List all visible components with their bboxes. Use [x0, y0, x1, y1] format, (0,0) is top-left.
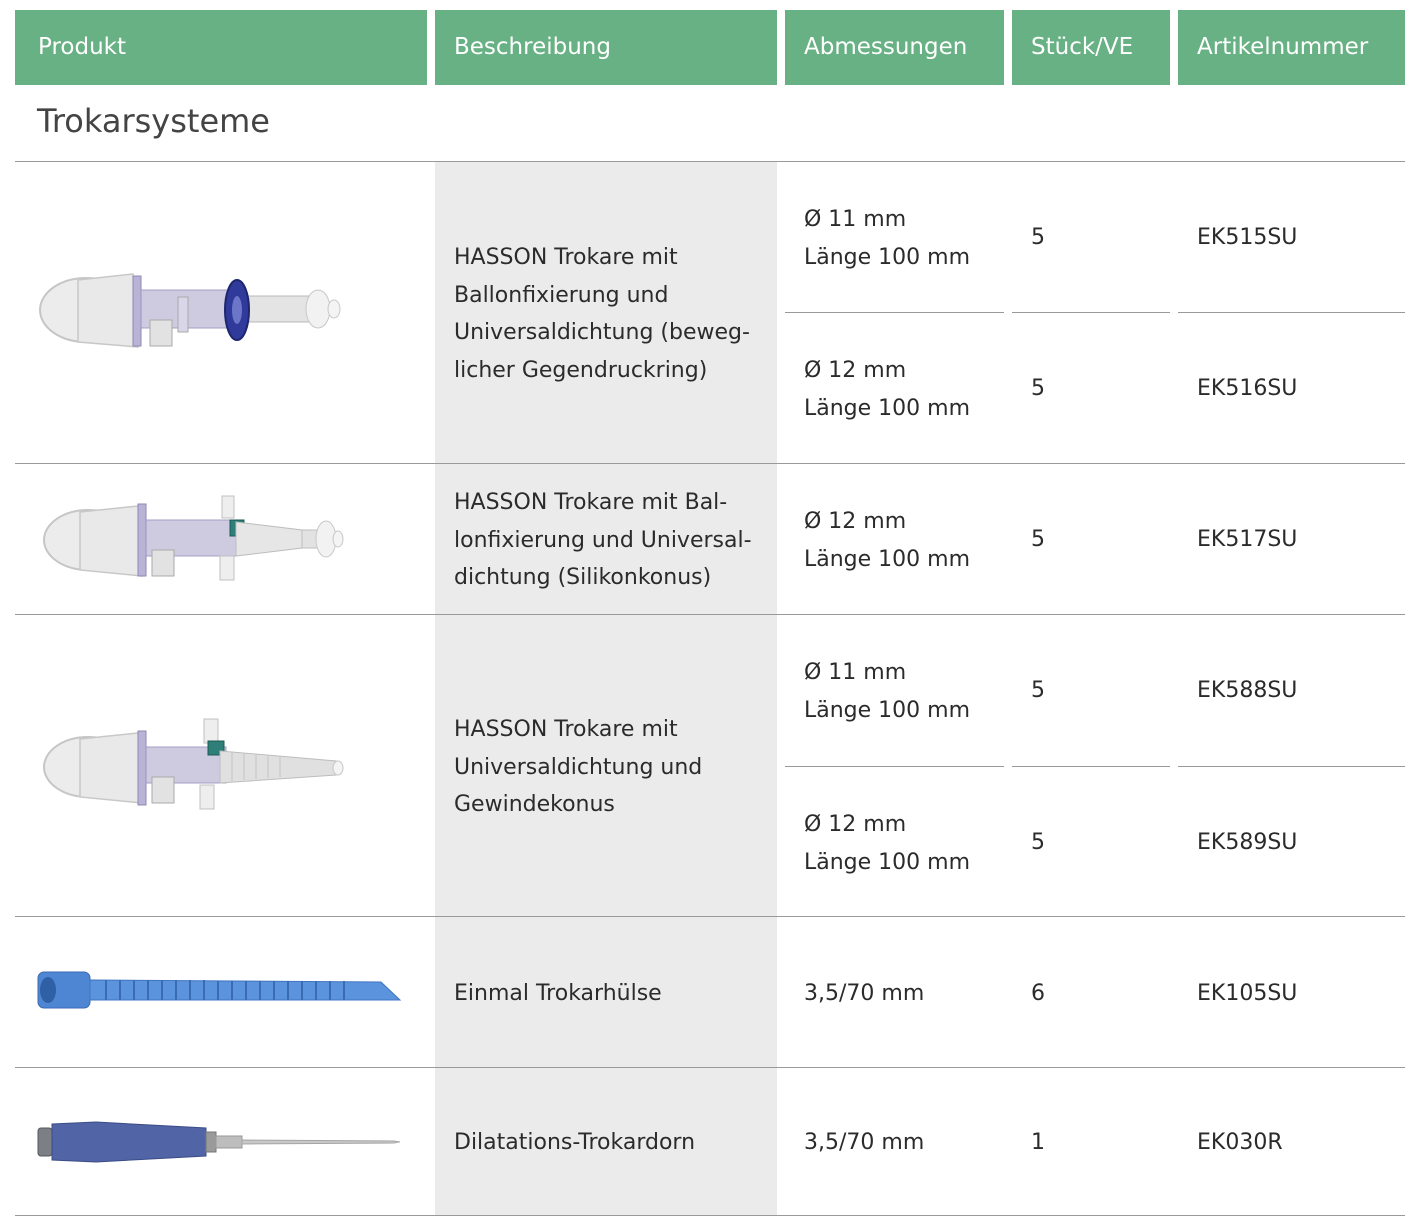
hasson-trocar-blue-ring-icon: [39, 273, 341, 348]
description-line: HASSON Trokare mit: [454, 717, 678, 742]
row-divider: [1012, 312, 1170, 313]
description: HASSON Trokare mit Ballonfixierung und U…: [454, 239, 754, 389]
quantity: 5: [1031, 527, 1045, 552]
dimensions: 3,5/70 mm: [804, 981, 925, 1006]
trocar-sleeve-icon: [37, 971, 402, 1009]
group-divider: [15, 916, 1405, 917]
quantity: 1: [1031, 1130, 1045, 1155]
dimension-length: Länge 100 mm: [804, 849, 971, 875]
article-number: EK516SU: [1197, 376, 1298, 401]
article-number: EK588SU: [1197, 678, 1298, 703]
row-divider: [1012, 766, 1170, 767]
dimension-diameter: Ø 11 mm: [804, 660, 907, 685]
dimension-length: Länge 100 mm: [804, 697, 971, 723]
dimensions: Ø 12 mm Länge 100 mm: [804, 806, 970, 881]
description-line: lonfixierung und Universal-: [454, 527, 752, 553]
description-line: Universaldichtung (beweg-: [454, 320, 750, 345]
article-number: EK105SU: [1197, 981, 1298, 1006]
description-line: dichtung (Silikonkonus): [454, 565, 712, 590]
dimensions: 3,5/70 mm: [804, 1130, 925, 1155]
dimension-length: Länge 100 mm: [804, 395, 971, 421]
description-line: Universaldichtung und: [454, 754, 703, 780]
group-divider: [15, 614, 1405, 615]
row-divider: [1178, 766, 1405, 767]
quantity: 5: [1031, 830, 1045, 855]
dimension-length: Länge 100 mm: [804, 244, 971, 270]
quantity: 6: [1031, 981, 1045, 1006]
dimensions: Ø 11 mm Länge 100 mm: [804, 201, 970, 276]
dimension-length: Länge 100 mm: [804, 546, 971, 572]
group-divider: [15, 1067, 1405, 1068]
description: Einmal Trokarhülse: [454, 975, 754, 1013]
header-artikelnummer: Artikelnummer: [1178, 10, 1405, 85]
article-number: EK030R: [1197, 1130, 1283, 1155]
description-line: Gewindekonus: [454, 792, 615, 817]
hasson-trocar-threaded-cone-icon: [43, 718, 344, 810]
description-line: Ballonfixierung und: [454, 282, 669, 308]
article-number: EK589SU: [1197, 830, 1298, 855]
table-bottom-line: [15, 1215, 1405, 1216]
dimensions: Ø 11 mm Länge 100 mm: [804, 654, 970, 729]
dimensions: Ø 12 mm Länge 100 mm: [804, 503, 970, 578]
section-title: Trokarsysteme: [37, 102, 270, 140]
quantity: 5: [1031, 376, 1045, 401]
dimension-diameter: Ø 11 mm: [804, 207, 907, 232]
header-produkt: Produkt: [15, 10, 427, 85]
row-divider: [1178, 312, 1405, 313]
quantity: 5: [1031, 225, 1045, 250]
header-stueck: Stück/VE: [1012, 10, 1170, 85]
description-line: Einmal Trokarhülse: [454, 981, 662, 1006]
description-line: HASSON Trokare mit: [454, 245, 678, 270]
description-line: licher Gegendruckring): [454, 357, 708, 383]
dimension-diameter: Ø 12 mm: [804, 509, 907, 534]
group-divider: [15, 463, 1405, 464]
quantity: 5: [1031, 678, 1045, 703]
dimension-diameter: Ø 12 mm: [804, 812, 907, 837]
dilatation-trocar-icon: [37, 1121, 401, 1163]
description-line: HASSON Trokare mit Bal-: [454, 490, 728, 515]
header-abmessungen: Abmessungen: [785, 10, 1004, 85]
description: HASSON Trokare mit Bal- lonfixierung und…: [454, 484, 754, 597]
header-beschreibung: Beschreibung: [435, 10, 777, 85]
article-number: EK515SU: [1197, 225, 1298, 250]
dimensions: Ø 12 mm Länge 100 mm: [804, 352, 970, 427]
description-line: Dilatations-Trokardorn: [454, 1130, 696, 1155]
dimension-diameter: Ø 12 mm: [804, 358, 907, 383]
article-number: EK517SU: [1197, 527, 1298, 552]
description: Dilatations-Trokardorn: [454, 1124, 754, 1162]
row-divider: [785, 766, 1004, 767]
hasson-trocar-silicone-cone-icon: [43, 495, 344, 581]
row-divider: [785, 312, 1004, 313]
description: HASSON Trokare mit Universaldichtung und…: [454, 711, 754, 824]
